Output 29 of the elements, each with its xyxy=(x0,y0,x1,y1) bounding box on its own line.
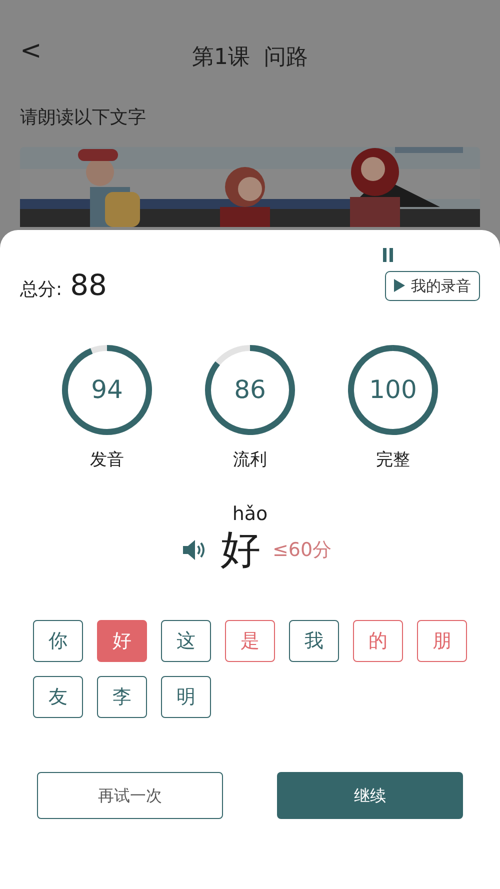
back-button[interactable]: < xyxy=(20,38,42,64)
character-tile[interactable]: 好 xyxy=(97,620,147,662)
score-value: 100 xyxy=(369,374,417,406)
character-tile[interactable]: 是 xyxy=(225,620,275,662)
character-tile[interactable]: 朋 xyxy=(417,620,467,662)
character-tile[interactable]: 明 xyxy=(161,676,211,718)
play-icon xyxy=(394,279,405,292)
my-recording-button[interactable]: 我的录音 xyxy=(385,270,480,301)
score-label: 发音 xyxy=(90,448,124,472)
focus-character: 好 xyxy=(220,528,260,572)
pause-icon[interactable] xyxy=(382,248,394,262)
character-tile[interactable]: 李 xyxy=(97,676,147,718)
page-title: 第1课 问路 xyxy=(192,44,308,72)
instruction-text: 请朗读以下文字 xyxy=(20,106,147,130)
character-tile[interactable]: 这 xyxy=(161,620,211,662)
score-label: 流利 xyxy=(233,448,267,472)
retry-button[interactable]: 再试一次 xyxy=(37,772,223,819)
character-tile[interactable]: 我 xyxy=(289,620,339,662)
score-label: 完整 xyxy=(376,448,410,472)
score-value: 94 xyxy=(91,374,123,406)
pinyin-text: hǎo xyxy=(231,505,269,524)
total-score: 88 xyxy=(70,267,107,304)
character-tile[interactable]: 友 xyxy=(33,676,83,718)
score-note: ≤60分 xyxy=(272,538,332,563)
character-tile[interactable]: 的 xyxy=(353,620,403,662)
character-tile[interactable]: 你 xyxy=(33,620,83,662)
score-value: 86 xyxy=(234,374,266,406)
continue-button[interactable]: 继续 xyxy=(277,772,463,819)
total-score-label: 总分: xyxy=(20,278,62,302)
